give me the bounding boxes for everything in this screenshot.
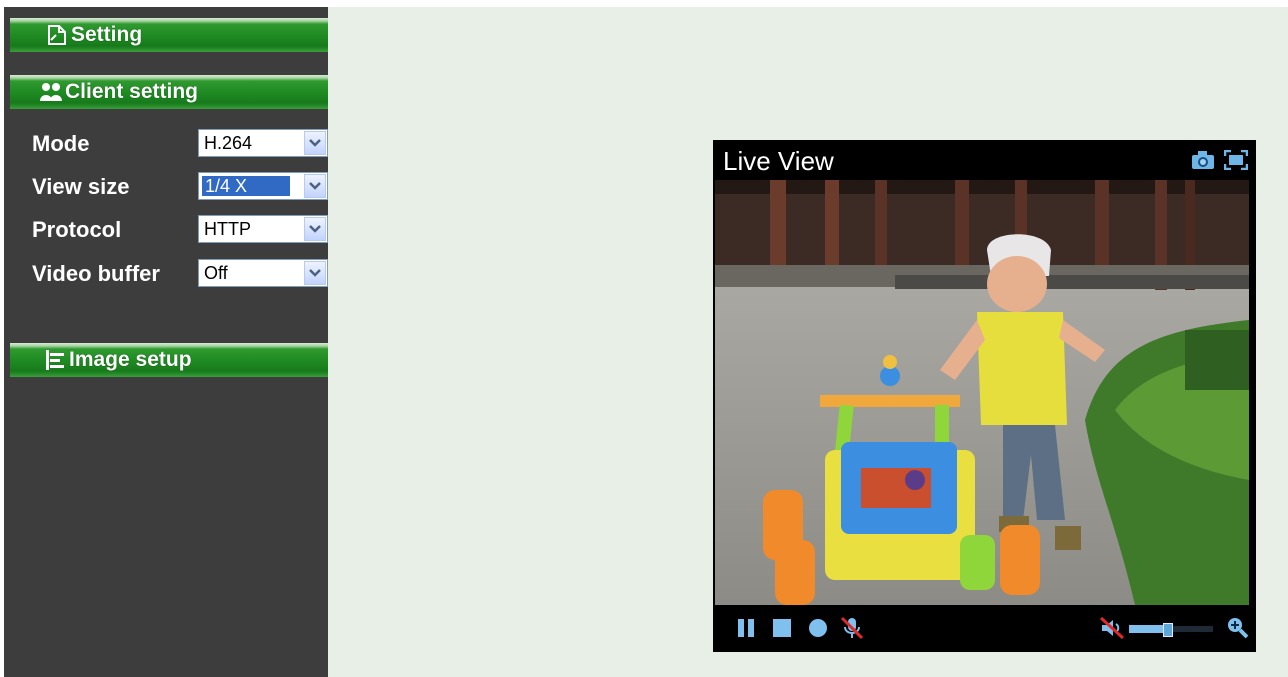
users-icon: [40, 81, 62, 103]
protocol-select[interactable]: HTTP: [198, 215, 328, 243]
mode-row: Mode H.264: [32, 129, 332, 159]
video-stream[interactable]: [715, 180, 1249, 605]
chevron-down-icon[interactable]: [304, 174, 326, 198]
image-setup-label: Image setup: [69, 348, 192, 371]
record-icon[interactable]: [807, 617, 829, 644]
setting-label: Setting: [71, 23, 143, 46]
protocol-row: Protocol HTTP: [32, 215, 332, 245]
chevron-down-icon[interactable]: [304, 261, 326, 285]
chevron-down-icon[interactable]: [304, 131, 326, 155]
chevron-down-icon[interactable]: [304, 217, 326, 241]
fullscreen-icon[interactable]: [1223, 149, 1249, 175]
mode-label: Mode: [32, 131, 90, 156]
mode-value: H.264: [204, 133, 253, 153]
volume-slider[interactable]: [1129, 623, 1213, 637]
client-setting-label: Client setting: [65, 80, 199, 103]
view-size-select[interactable]: 1/4 X: [198, 172, 328, 200]
client-setting-header[interactable]: Client setting: [10, 75, 328, 109]
video-controls-bar: [713, 605, 1256, 652]
document-icon: [46, 24, 68, 46]
sidebar: Setting Client setting Mode H.264 View s…: [4, 7, 328, 677]
stop-icon[interactable]: [771, 617, 793, 644]
pause-icon[interactable]: [735, 617, 757, 644]
live-view-panel: Live View: [713, 140, 1256, 652]
protocol-label: Protocol: [32, 217, 122, 242]
video-buffer-row: Video buffer Off: [32, 259, 332, 289]
video-frame-image: [715, 180, 1249, 605]
setting-header[interactable]: Setting: [10, 18, 328, 52]
speaker-muted-icon[interactable]: [1099, 616, 1125, 645]
microphone-muted-icon[interactable]: [839, 615, 865, 646]
video-buffer-select[interactable]: Off: [198, 259, 328, 287]
video-buffer-label: Video buffer: [32, 261, 160, 286]
view-size-value: 1/4 X: [201, 175, 291, 197]
protocol-value: HTTP: [204, 219, 251, 239]
video-buffer-value: Off: [204, 263, 228, 283]
snapshot-camera-icon[interactable]: [1191, 150, 1215, 175]
mode-select[interactable]: H.264: [198, 129, 328, 157]
volume-knob[interactable]: [1163, 623, 1173, 637]
view-size-row: View size 1/4 X: [32, 172, 332, 202]
zoom-in-icon[interactable]: [1225, 615, 1249, 644]
volume-fill: [1129, 625, 1167, 633]
sliders-icon: [44, 349, 66, 371]
image-setup-header[interactable]: Image setup: [10, 343, 328, 377]
view-size-label: View size: [32, 174, 130, 199]
live-view-title: Live View: [723, 146, 834, 176]
